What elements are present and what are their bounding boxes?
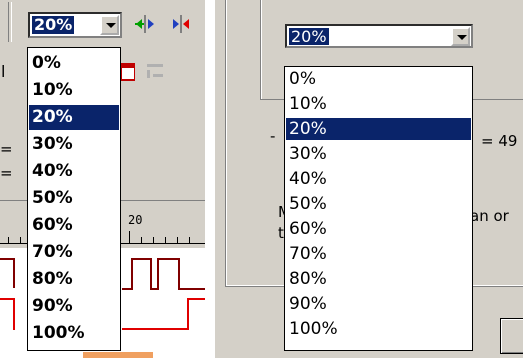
signal-trace [131, 258, 151, 260]
dropdown-option[interactable]: 90% [29, 294, 119, 319]
duty-cycle-combo[interactable]: 20% [28, 12, 122, 38]
dropdown-option[interactable]: 100% [29, 321, 119, 346]
disabled-toolbar-icon [147, 64, 163, 78]
signal-trace [13, 298, 15, 330]
background-text: - [270, 127, 276, 145]
signal-trace [178, 258, 180, 290]
dropdown-option[interactable]: 40% [29, 159, 119, 184]
signal-trace [157, 258, 159, 290]
dropdown-option[interactable]: 100% [286, 318, 471, 340]
signal-trace [13, 258, 15, 288]
dropdown-option[interactable]: 10% [29, 78, 119, 103]
dropdown-option[interactable]: 10% [286, 93, 471, 115]
signal-trace [131, 258, 133, 290]
background-text: an or [470, 207, 509, 225]
dropdown-option[interactable]: 0% [29, 51, 119, 76]
right-screenshot-panel: 20% - = 49 M t an or 0% 10% 20% 30% 40% … [215, 0, 523, 358]
dropdown-option[interactable]: 40% [286, 168, 471, 190]
dropdown-option[interactable]: 0% [286, 68, 471, 90]
dropdown-option[interactable]: 80% [29, 267, 119, 292]
zoom-out-horizontal-icon[interactable] [170, 13, 192, 35]
ruler-label: 20 [128, 213, 143, 227]
signal-trace [150, 258, 152, 290]
dropdown-option[interactable]: 90% [286, 293, 471, 315]
duty-cycle-combo[interactable]: 20% [285, 24, 473, 48]
chevron-down-icon [106, 23, 116, 28]
combo-value: 20% [32, 15, 75, 34]
dropdown-option[interactable]: 30% [29, 132, 119, 157]
duty-cycle-dropdown-list[interactable]: 0% 10% 20% 30% 40% 50% 60% 70% 80% 90% 1… [284, 66, 473, 351]
dropdown-option[interactable]: 80% [286, 268, 471, 290]
signal-trace [0, 258, 14, 260]
dropdown-option[interactable]: 70% [29, 240, 119, 265]
signal-highlight [83, 352, 153, 358]
toolbar-separator [8, 2, 12, 42]
signal-trace [157, 258, 179, 260]
dropdown-option-selected[interactable]: 20% [29, 105, 119, 130]
background-text: = 49 [481, 132, 518, 150]
background-equals: = [0, 164, 13, 182]
signal-trace [187, 298, 189, 330]
dropdown-option[interactable]: 60% [29, 213, 119, 238]
dropdown-option[interactable]: 70% [286, 243, 471, 265]
duty-cycle-dropdown-list[interactable]: 0% 10% 20% 30% 40% 50% 60% 70% 80% 90% 1… [27, 47, 121, 351]
calendar-icon [121, 63, 135, 81]
dropdown-option[interactable]: 30% [286, 143, 471, 165]
background-label: l [1, 62, 6, 81]
chevron-down-icon [457, 35, 467, 40]
dropdown-option[interactable]: 50% [29, 186, 119, 211]
toolbar: 20% [0, 0, 205, 46]
zoom-in-horizontal-icon[interactable] [134, 13, 156, 35]
signal-trace [122, 328, 188, 330]
dialog-button[interactable] [500, 318, 523, 354]
dropdown-option[interactable]: 60% [286, 218, 471, 240]
signal-trace [0, 298, 14, 300]
dropdown-option[interactable]: 50% [286, 193, 471, 215]
background-equals: = [0, 140, 13, 158]
ruler-tick [129, 231, 130, 243]
dropdown-button[interactable] [451, 27, 470, 46]
combo-value: 20% [289, 27, 329, 46]
background-text: t [278, 224, 284, 242]
signal-trace [178, 288, 205, 290]
dropdown-button[interactable] [100, 15, 119, 35]
left-screenshot-panel: 20% l = = 20 0% 10% 20% 30% 40% 50% 60% … [0, 0, 205, 358]
dropdown-option-selected[interactable]: 20% [286, 118, 471, 140]
signal-trace [187, 298, 205, 300]
